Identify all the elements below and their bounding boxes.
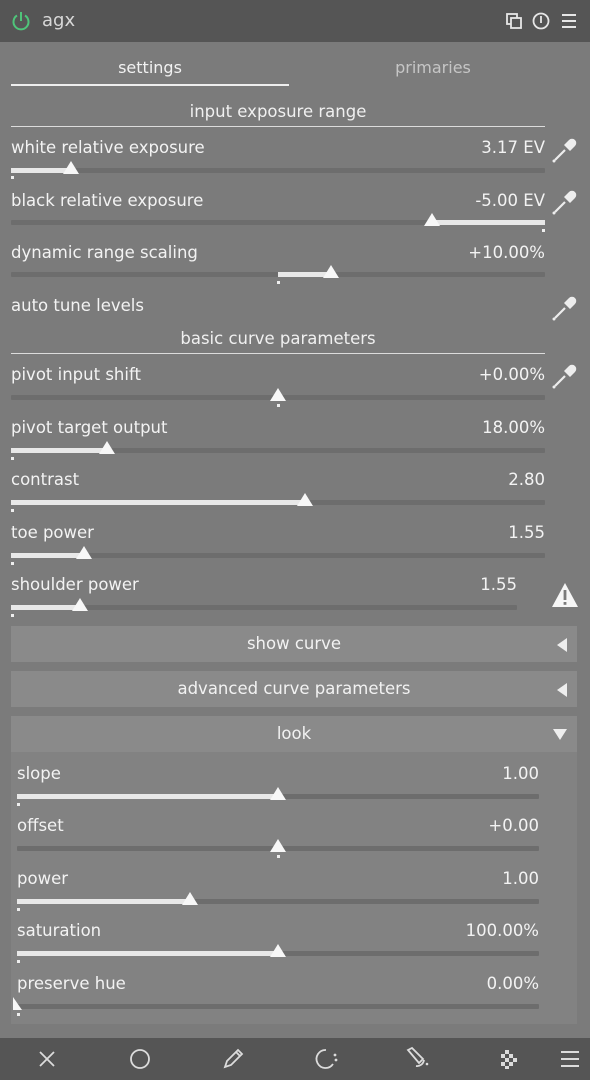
multi-instance-icon[interactable] [504,11,524,31]
saturation-fill [17,951,278,956]
close-icon[interactable] [34,1046,60,1072]
mask-toolbar [0,1038,590,1080]
pencil-icon[interactable] [220,1046,246,1072]
show-curve-label: show curve [246,634,342,653]
contrast-label: contrast [11,470,80,489]
section-divider [11,126,545,127]
advanced-curve-parameters-label: advanced curve parameters [177,679,411,698]
slider-default-marker [11,509,14,512]
slider-default-marker [11,614,14,617]
slider-default-marker [277,404,280,407]
toe-power-thumb[interactable] [76,546,92,559]
white-relative-exposure-label: white relative exposure [11,138,205,157]
dynamic-range-scaling-thumb[interactable] [323,265,339,278]
saturation-thumb[interactable] [270,944,286,957]
slider-default-marker [17,803,20,806]
offset-thumb[interactable] [270,839,286,852]
contrast-fill [11,500,305,505]
pivot-input-shift-thumb[interactable] [270,388,286,401]
preserve-hue-slider[interactable] [17,1004,539,1009]
pivot-target-output-value[interactable]: 18.00% [400,418,545,437]
shoulder-power-fill [11,605,80,610]
auto-tune-levels-label: auto tune levels [11,296,144,315]
pivot-input-shift-label: pivot input shift [11,365,141,384]
collapse-arrow-icon [557,638,567,652]
color-picker-icon[interactable] [551,136,579,164]
power-value[interactable]: 1.00 [395,869,539,888]
offset-value[interactable]: +0.00 [395,816,539,835]
slider-default-marker [277,281,280,284]
power-thumb[interactable] [182,892,198,905]
slope-label: slope [17,764,61,783]
shoulder-power-value[interactable]: 1.55 [372,575,517,594]
dynamic-range-scaling-value[interactable]: +10.00% [400,243,545,262]
drawn-parametric-icon[interactable] [404,1046,430,1072]
black-relative-exposure-value[interactable]: -5.00 EV [400,191,545,210]
module-title: agx [42,10,76,31]
slope-value[interactable]: 1.00 [395,764,539,783]
tab-settings[interactable]: settings [11,58,289,77]
black-relative-exposure-fill [432,220,545,225]
white-relative-exposure-thumb[interactable] [63,161,79,174]
slider-default-marker [11,562,14,565]
section-divider [11,353,545,354]
advanced-curve-parameters-section[interactable]: advanced curve parameters [11,671,577,707]
pivot-target-output-thumb[interactable] [99,441,115,454]
saturation-value[interactable]: 100.00% [395,921,539,940]
slider-default-marker [17,1013,20,1016]
reset-icon[interactable] [531,11,551,31]
tab-primaries[interactable]: primaries [294,58,572,77]
slider-default-marker [17,960,20,963]
show-curve-section[interactable]: show curve [11,626,577,662]
dynamic-range-scaling-label: dynamic range scaling [11,243,198,262]
slider-default-marker [277,855,280,858]
collapse-arrow-icon [557,683,567,697]
saturation-label: saturation [17,921,102,940]
section-input-exposure-range: input exposure range [189,102,367,121]
pivot-target-output-fill [11,448,107,453]
expand-arrow-icon [553,729,567,740]
slider-default-marker [11,457,14,460]
shoulder-power-label: shoulder power [11,575,139,594]
pivot-target-output-label: pivot target output [11,418,168,437]
slope-thumb[interactable] [270,787,286,800]
power-fill [17,899,190,904]
black-relative-exposure-thumb[interactable] [424,213,440,226]
white-relative-exposure-fill [11,168,71,173]
power-label: power [17,869,68,888]
color-picker-icon[interactable] [551,362,579,390]
offset-label: offset [17,816,64,835]
color-picker-icon[interactable] [551,188,579,216]
slope-fill [17,794,278,799]
raster-mask-icon[interactable] [496,1046,522,1072]
contrast-thumb[interactable] [297,493,313,506]
black-relative-exposure-label: black relative exposure [11,191,204,210]
white-relative-exposure-value[interactable]: 3.17 EV [400,138,545,157]
toe-power-fill [11,553,84,558]
toe-power-label: toe power [11,523,94,542]
section-basic-curve-parameters: basic curve parameters [180,329,376,348]
shoulder-power-thumb[interactable] [72,598,88,611]
look-label: look [276,724,312,743]
circle-mask-icon[interactable] [127,1046,153,1072]
menu-icon[interactable] [558,1046,584,1072]
white-relative-exposure-slider[interactable] [11,168,545,173]
look-section[interactable]: look [11,716,577,752]
contrast-value[interactable]: 2.80 [400,470,545,489]
preserve-hue-label: preserve hue [17,974,126,993]
power-icon[interactable] [10,10,32,32]
pivot-input-shift-value[interactable]: +0.00% [400,365,545,384]
active-tab-indicator [11,84,289,86]
slider-default-marker [17,908,20,911]
slider-default-marker [542,229,545,232]
parametric-mask-icon[interactable] [313,1046,339,1072]
presets-icon[interactable] [559,11,579,31]
preserve-hue-thumb[interactable] [13,997,22,1010]
toe-power-value[interactable]: 1.55 [400,523,545,542]
preserve-hue-value[interactable]: 0.00% [395,974,539,993]
slider-default-marker [11,176,14,179]
auto-tune-picker-icon[interactable] [551,294,579,322]
warning-icon [552,583,578,607]
module-header: agx [0,0,590,42]
